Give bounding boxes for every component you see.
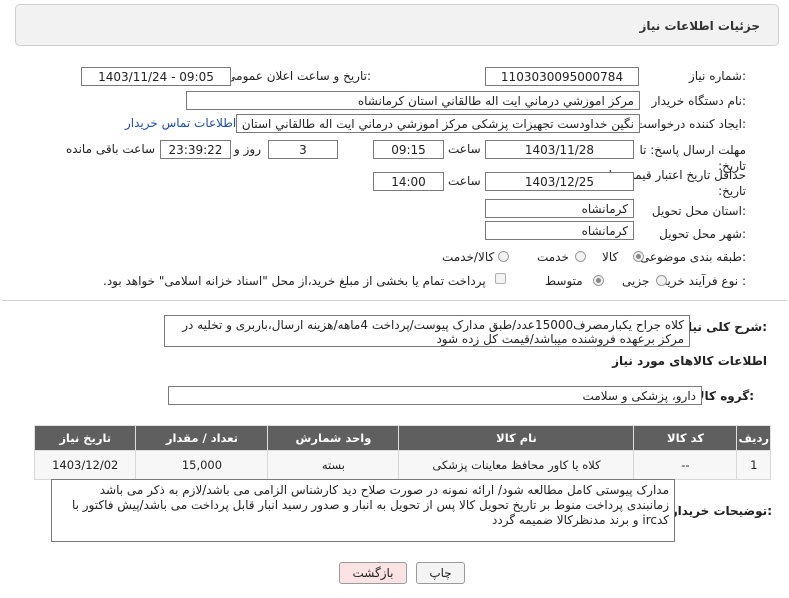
treasury-payment-checkbox[interactable] — [495, 273, 506, 284]
col-item-code: کد کالا — [633, 425, 738, 451]
delivery-city-label: شهر محل تحویل: — [659, 227, 746, 241]
cell-item-name: کلاه یا کاور محافظ معاینات پزشکی — [398, 450, 635, 480]
cell-row-number: 1 — [736, 450, 771, 480]
process-radio-minor[interactable] — [656, 275, 667, 286]
goods-group-field: دارو، پزشکی و سلامت — [168, 386, 702, 405]
page-title: جزئیات اطلاعات نیاز — [639, 19, 760, 33]
goods-table-header: ردیف کد کالا نام کالا واحد شمارش تعداد /… — [33, 425, 771, 451]
buyer-org-field: مرکز اموزشي درماني ايت اله طالقاني استان… — [186, 91, 640, 110]
cell-need-date: 1403/12/02 — [33, 450, 137, 480]
remaining-label: ساعت باقی مانده — [66, 142, 156, 156]
category-radio-goods-service[interactable] — [498, 251, 509, 262]
delivery-province-field: کرمانشاه — [485, 199, 634, 218]
validity-date-field: 1403/12/25 — [485, 172, 634, 191]
buyer-org-label: نام دستگاه خریدار: — [651, 94, 747, 108]
category-option-goods-service: کالا/خدمت — [442, 250, 495, 264]
process-label: نوع فرآیند خرید : — [661, 274, 746, 288]
goods-section-title: اطلاعات کالاهای مورد نیاز — [612, 354, 767, 368]
process-option-minor: جزیی — [622, 274, 650, 288]
days-field: 3 — [268, 140, 338, 159]
requester-field: نگین خداودست تجهیزات پزشکی مرکز اموزشي د… — [236, 114, 640, 133]
cell-unit: بسته — [267, 450, 400, 480]
category-option-service: خدمت — [537, 250, 569, 264]
reply-time-field: 09:15 — [373, 140, 444, 159]
table-row: 1 -- کلاه یا کاور محافظ معاینات پزشکی بس… — [33, 450, 771, 480]
back-button[interactable]: بازگشت — [339, 562, 407, 584]
section-divider — [2, 300, 787, 301]
reply-time-label: ساعت — [448, 142, 481, 156]
category-option-goods: کالا — [602, 250, 619, 264]
cell-item-code: -- — [633, 450, 738, 480]
category-radio-service[interactable] — [575, 251, 586, 262]
process-option-medium: متوسط — [545, 274, 583, 288]
cell-quantity: 15,000 — [135, 450, 269, 480]
col-unit: واحد شمارش — [267, 425, 400, 451]
announce-datetime-field: 1403/11/24 - 09:05 — [81, 67, 231, 86]
col-item-name: نام کالا — [398, 425, 635, 451]
validity-time-field: 14:00 — [373, 172, 444, 191]
print-button[interactable]: چاپ — [416, 562, 465, 584]
announce-label: تاریخ و ساعت اعلان عمومی: — [226, 69, 371, 83]
col-quantity: تعداد / مقدار — [135, 425, 269, 451]
col-need-date: تاریخ نیاز — [33, 425, 137, 451]
delivery-city-field: کرمانشاه — [485, 221, 634, 240]
category-radio-goods[interactable] — [633, 251, 644, 262]
goods-table: ردیف کد کالا نام کالا واحد شمارش تعداد /… — [33, 425, 771, 480]
requester-label: ایجاد کننده درخواست: — [635, 117, 746, 131]
remaining-time-field: 23:39:22 — [160, 140, 231, 159]
reply-date-field: 1403/11/28 — [485, 140, 634, 159]
buyer-contact-link[interactable]: اطلاعات تماس خریدار — [125, 116, 236, 130]
page-header: جزئیات اطلاعات نیاز — [15, 4, 779, 46]
need-number-field: 1103030095000784 — [485, 67, 639, 86]
validity-time-label: ساعت — [448, 174, 481, 188]
col-row-number: ردیف — [736, 425, 771, 451]
category-label: طبقه بندی موضوعی: — [639, 250, 746, 264]
days-label: روز و — [234, 142, 261, 156]
need-number-label: شماره نیاز: — [688, 69, 746, 83]
description-textarea[interactable]: کلاه جراح یکبارمصرف15000عدد/طبق مدارک پی… — [164, 315, 690, 347]
buyer-notes-label: توضیحات خریدار: — [670, 504, 772, 518]
delivery-province-label: استان محل تحویل: — [651, 204, 746, 218]
description-label: شرح کلی نیاز: — [681, 320, 767, 334]
buyer-notes-textarea[interactable]: مدارک پیوستی کامل مطالعه شود/ ارائه نمون… — [51, 479, 675, 542]
process-radio-medium[interactable] — [593, 275, 604, 286]
treasury-payment-note: پرداخت تمام یا بخشی از مبلغ خرید،از محل … — [103, 274, 486, 288]
goods-group-label: گروه کالا: — [695, 389, 754, 403]
